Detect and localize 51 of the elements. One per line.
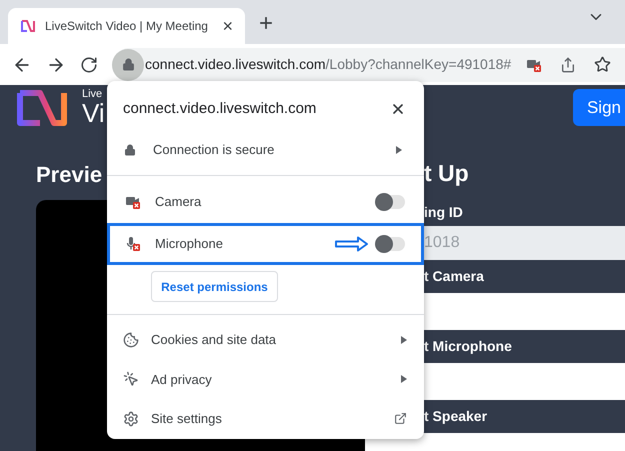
reset-permissions-button[interactable]: Reset permissions [151,271,278,302]
popup-title: connect.video.liveswitch.com [123,98,316,119]
url-path: /Lobby?channelKey=491018# [326,55,512,74]
field-label: ing ID [424,203,464,222]
cookie-icon [123,332,139,348]
permission-row[interactable]: Camera [107,181,424,223]
camera-blocked-icon [125,194,141,210]
arrow-annotation [335,236,369,252]
preview-heading: Previe [36,164,104,186]
section-label: t Speaker [424,407,488,426]
section-label: t Camera [424,267,485,286]
menu-label: Ad privacy [151,370,212,389]
url-host: connect.video.liveswitch.com [145,55,326,74]
browser-tab[interactable]: LiveSwitch Video | My Meeting × [8,8,245,44]
external-link-icon [394,412,407,426]
lock-icon [124,144,136,156]
permission-label: Microphone [155,235,223,254]
logo-text: Vi [82,100,105,126]
toggle-switch[interactable] [377,195,405,209]
settings-icon [123,410,139,427]
site-info-button[interactable] [112,48,144,80]
setup-heading: t Up [424,162,470,185]
lock-icon [122,58,134,71]
microphone-blocked-icon [125,236,141,252]
menu-item[interactable]: Cookies and site data [107,320,424,360]
new-tab-button[interactable]: + [259,12,274,36]
section-label: t Microphone [424,337,513,356]
security-label: Connection is secure [153,141,274,160]
reload-icon[interactable] [80,56,98,74]
share-icon[interactable] [560,56,576,72]
caret-icon [401,375,407,384]
bookmark-star-icon[interactable] [594,56,611,73]
permission-row[interactable]: Microphone [107,223,424,265]
address-bar[interactable]: connect.video.liveswitch.com/Lobby?channelKey=491018# [112,48,625,82]
permission-label: Camera [155,193,202,212]
caret-icon [396,146,402,154]
logo-icon [16,88,68,126]
menu-label: Site settings [151,410,222,428]
close-icon[interactable] [390,101,406,117]
menu-item[interactable]: Ad privacy [107,360,424,399]
tab-title: LiveSwitch Video | My Meeting [45,18,208,35]
logo-text: Live [82,89,104,100]
logo-icon [20,19,36,33]
menu-label: Cookies and site data [151,331,276,349]
tab-close-button[interactable]: × [222,17,233,35]
ad-privacy-icon [123,371,139,388]
caret-icon [401,336,407,344]
menu-item[interactable]: Site settings [107,399,424,438]
security-row[interactable]: Connection is secure [107,137,424,163]
toggle-switch[interactable] [377,237,405,251]
sign-in-button[interactable]: Sign [572,89,625,126]
